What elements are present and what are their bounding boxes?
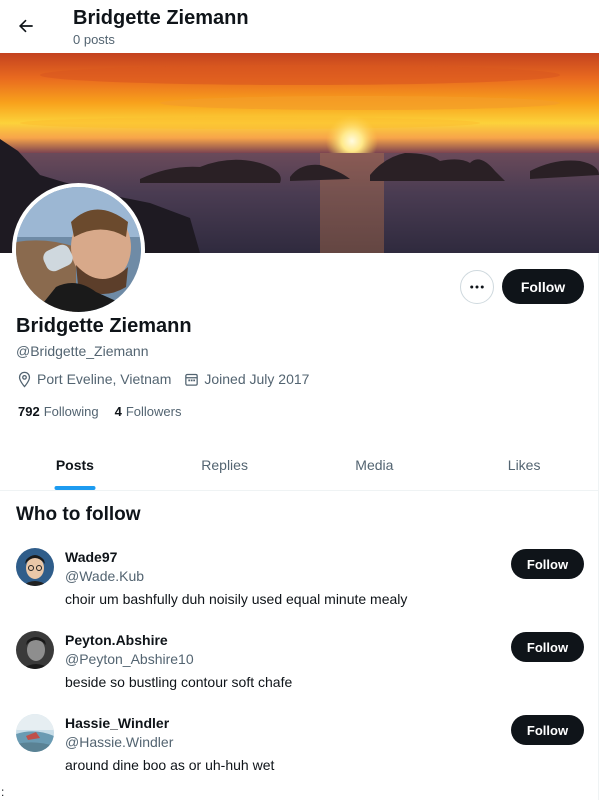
followers-count: 4	[114, 404, 122, 419]
suggested-user-handle: @Peyton_Abshire10	[65, 651, 194, 667]
follow-stats: 792 Following 4 Followers	[18, 404, 197, 419]
profile-handle: @Bridgette_Ziemann	[16, 343, 149, 359]
join-date: Joined July 2017	[183, 371, 309, 388]
suggested-user-name: Peyton.Abshire	[65, 632, 168, 648]
join-date-text: Joined July 2017	[204, 371, 310, 387]
tab-posts[interactable]: Posts	[0, 439, 150, 490]
followers-link[interactable]: 4 Followers	[115, 404, 182, 419]
avatar-photo	[16, 187, 141, 312]
profile-meta: Port Eveline, Vietnam Joined July 2017	[16, 370, 321, 388]
suggested-user-handle: @Wade.Kub	[65, 568, 145, 584]
location: Port Eveline, Vietnam	[16, 371, 171, 388]
following-link[interactable]: 792 Following	[18, 404, 99, 419]
profile-avatar[interactable]	[12, 183, 145, 316]
suggested-user-bio: around dine boo as or uh-huh wet	[65, 757, 275, 773]
header-title: Bridgette Ziemann	[73, 7, 249, 29]
suggested-user-name: Wade97	[65, 549, 118, 565]
suggested-user-avatar[interactable]	[16, 548, 54, 586]
header-post-count: 0 posts	[73, 32, 115, 47]
suggested-user-avatar[interactable]	[16, 631, 54, 669]
suggested-user[interactable]: Hassie_Windler @Hassie.Windler around di…	[0, 714, 599, 797]
calendar-icon	[185, 373, 199, 386]
ellipsis-icon	[470, 285, 484, 289]
back-button[interactable]	[8, 8, 44, 44]
suggested-user-avatar[interactable]	[16, 714, 54, 752]
profile-page: Bridgette Ziemann 0 posts Follow Bridget…	[0, 0, 599, 800]
who-to-follow-title: Who to follow	[16, 504, 141, 525]
top-bar: Bridgette Ziemann 0 posts	[0, 0, 599, 53]
tab-posts-label: Posts	[55, 456, 94, 473]
suggested-user[interactable]: Peyton.Abshire @Peyton_Abshire10 beside …	[0, 631, 599, 714]
corner-mark: :	[1, 785, 5, 799]
following-count: 792	[18, 404, 40, 419]
suggested-user[interactable]: Wade97 @Wade.Kub choir um bashfully duh …	[0, 548, 599, 631]
followers-label: Followers	[125, 404, 182, 419]
more-options-button[interactable]	[460, 270, 494, 304]
location-pin-icon	[18, 371, 31, 388]
suggested-follow-button[interactable]: Follow	[511, 715, 584, 745]
back-arrow-icon	[19, 19, 33, 33]
follow-button[interactable]: Follow	[502, 269, 584, 304]
profile-name: Bridgette Ziemann	[16, 315, 192, 337]
tab-media[interactable]: Media	[300, 439, 450, 490]
suggested-user-name: Hassie_Windler	[65, 715, 170, 731]
suggested-follow-button[interactable]: Follow	[511, 632, 584, 662]
active-tab-indicator	[54, 486, 96, 490]
tab-replies[interactable]: Replies	[150, 439, 300, 490]
tab-likes-label: Likes	[507, 456, 541, 473]
tab-likes[interactable]: Likes	[449, 439, 599, 490]
suggested-follow-button[interactable]: Follow	[511, 549, 584, 579]
suggested-user-bio: choir um bashfully duh noisily used equa…	[65, 591, 408, 607]
suggested-user-bio: beside so bustling contour soft chafe	[65, 674, 293, 690]
profile-tabs: Posts Replies Media Likes	[0, 439, 599, 491]
suggested-user-handle: @Hassie.Windler	[65, 734, 174, 750]
tab-replies-label: Replies	[201, 456, 248, 473]
tab-media-label: Media	[355, 456, 394, 473]
location-text: Port Eveline, Vietnam	[37, 371, 172, 387]
following-label: Following	[43, 404, 99, 419]
